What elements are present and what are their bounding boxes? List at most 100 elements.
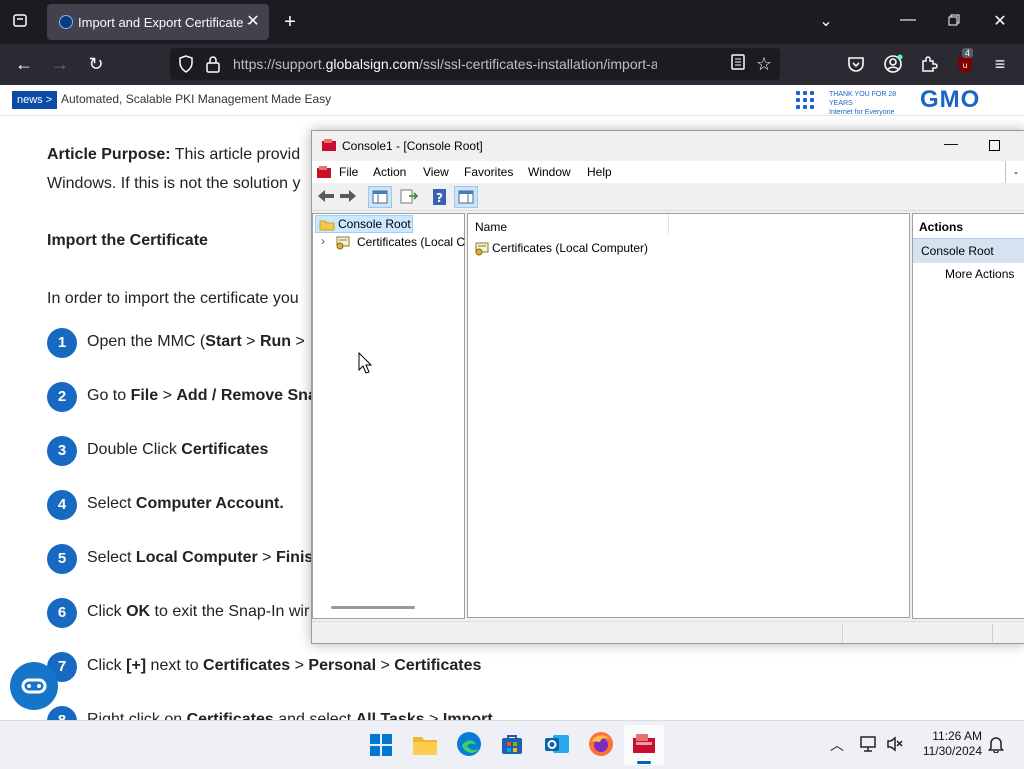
console-tree-pane[interactable]: Console Root › Certificates (Local C [312, 213, 465, 619]
menu-action[interactable]: Action [373, 165, 406, 179]
tree-node-console-root[interactable]: Console Root [315, 215, 413, 233]
step-text-bold: [+] [126, 657, 147, 674]
mmc-inner-minimize[interactable]: - [1005, 161, 1024, 183]
menu-favorites[interactable]: Favorites [464, 165, 513, 179]
tree-expand-chevron-icon[interactable]: › [321, 234, 325, 248]
step-text-plain: > [291, 333, 305, 350]
app-menu-icon[interactable]: ≡ [990, 54, 1010, 74]
purpose-label: Article Purpose: [47, 146, 171, 163]
account-icon[interactable] [883, 54, 903, 79]
tab-close-icon[interactable]: ✕ [243, 12, 263, 32]
url-bar[interactable]: https://support.globalsign.com/ssl/ssl-c… [170, 48, 780, 80]
tree-node-certificates[interactable]: Certificates (Local C [357, 235, 465, 249]
reader-view-icon[interactable] [728, 54, 748, 76]
volume-muted-icon[interactable] [886, 735, 904, 758]
firefox-icon[interactable] [588, 731, 614, 762]
extensions-puzzle-icon[interactable] [920, 55, 938, 78]
gmo-grid-icon [796, 91, 814, 109]
lock-icon[interactable] [206, 55, 220, 78]
microsoft-store-icon[interactable] [500, 732, 524, 761]
clock-time: 11:26 AM [932, 729, 982, 743]
results-list-pane[interactable]: Name Certificates (Local Computer) [467, 213, 910, 618]
forward-arrow-icon[interactable]: → [50, 54, 70, 74]
actions-section-console-root[interactable]: Console Root [913, 238, 1024, 263]
tracking-shield-icon[interactable] [178, 55, 194, 78]
menu-window[interactable]: Window [528, 165, 571, 179]
section-heading: Import the Certificate [47, 232, 208, 249]
mmc-toolbar: ? [312, 184, 1024, 211]
new-tab-icon[interactable]: + [280, 12, 300, 32]
show-hidden-icons-chevron[interactable]: ︿ [830, 735, 844, 755]
mouse-cursor-icon [358, 351, 373, 379]
gmo-logo[interactable]: GMO [920, 86, 980, 114]
step-text-bold: Local Computer [135, 549, 258, 566]
mmc-console-window[interactable]: Console1 - [Console Root] — File Action … [311, 130, 1024, 644]
forward-icon[interactable] [339, 189, 357, 208]
window-restore-icon[interactable] [944, 12, 964, 32]
active-tab[interactable]: Import and Export Certificate - ✕ [47, 4, 269, 40]
tab-list-chevron-icon[interactable]: ⌄ [816, 12, 836, 32]
url-prefix: https://support. [233, 56, 326, 72]
file-explorer-icon[interactable] [412, 733, 438, 762]
step-text-plain: Click [87, 657, 127, 674]
step-number-badge: 6 [47, 598, 77, 628]
step-text-bold: Certificates [394, 657, 482, 674]
step-text-bold: Certificates [203, 657, 291, 674]
bookmark-star-icon[interactable]: ☆ [754, 54, 774, 74]
svg-text:?: ? [436, 191, 443, 205]
column-header-name[interactable]: Name [475, 220, 507, 234]
back-icon[interactable] [317, 189, 335, 208]
show-hide-action-pane-icon[interactable] [454, 186, 478, 208]
step-text-bold: OK [126, 603, 151, 620]
mmc-maximize-icon[interactable] [989, 140, 1000, 151]
news-headline[interactable]: Automated, Scalable PKI Management Made … [61, 92, 331, 106]
chat-button[interactable] [10, 662, 58, 710]
network-icon[interactable] [860, 735, 878, 758]
step-text-bold: Computer Account. [135, 495, 284, 512]
menu-console-icon[interactable] [316, 165, 332, 184]
menu-help[interactable]: Help [587, 165, 612, 179]
menu-view[interactable]: View [423, 165, 449, 179]
export-list-icon[interactable] [400, 188, 419, 209]
intro-text: In order to import the certificate you [47, 290, 299, 307]
step-text-plain: Click [87, 603, 127, 620]
tree-horizontal-scrollbar[interactable] [331, 606, 415, 609]
step-text: Select Local Computer > Finis [87, 549, 313, 567]
gmo-tagline-line1: THANK YOU FOR 28 YEARS [829, 91, 897, 107]
step-text-plain: > [376, 657, 395, 674]
mmc-taskbar-icon[interactable] [624, 725, 664, 765]
ublock-origin-icon[interactable]: u 4 [956, 48, 974, 74]
step-text-bold: Certificates [181, 441, 269, 458]
url-domain: globalsign.com [325, 56, 419, 72]
list-item-certificates[interactable]: Certificates (Local Computer) [472, 239, 662, 257]
tree-root-label: Console Root [338, 217, 411, 231]
action-more-actions[interactable]: More Actions [945, 267, 1014, 281]
menu-file[interactable]: File [339, 165, 358, 179]
tab-overview-icon[interactable] [10, 12, 30, 34]
step-text-plain: > [257, 549, 276, 566]
outlook-icon[interactable] [544, 732, 570, 761]
status-divider-1 [842, 624, 843, 642]
window-minimize-icon[interactable]: — [898, 10, 918, 30]
clock[interactable]: 11:26 AM 11/30/2024 [918, 729, 982, 759]
browser-toolbar: ← → ↻ https://support.globalsign.com/ssl… [0, 44, 1024, 85]
help-icon[interactable]: ? [432, 188, 448, 211]
edge-browser-icon[interactable] [456, 731, 482, 762]
step-text-plain: Select [87, 495, 136, 512]
step-number-badge: 4 [47, 490, 77, 520]
reload-icon[interactable]: ↻ [86, 54, 106, 74]
back-arrow-icon[interactable]: ← [14, 54, 34, 74]
show-hide-tree-icon[interactable] [368, 186, 392, 208]
pocket-icon[interactable] [847, 55, 865, 78]
news-badge[interactable]: news > [12, 91, 58, 109]
news-bar: news > Automated, Scalable PKI Managemen… [0, 85, 1024, 116]
window-close-icon[interactable]: ✕ [990, 12, 1010, 32]
column-header-divider[interactable] [668, 214, 669, 234]
url-text[interactable]: https://support.globalsign.com/ssl/ssl-c… [233, 56, 657, 72]
actions-header: Actions [919, 220, 964, 234]
browser-tab-bar: Import and Export Certificate - ✕ + ⌄ — … [0, 0, 1024, 44]
mmc-minimize-icon[interactable]: — [944, 135, 958, 155]
status-divider-2 [992, 624, 993, 642]
start-button-icon[interactable] [369, 733, 393, 762]
notification-bell-icon[interactable] [988, 735, 1004, 758]
